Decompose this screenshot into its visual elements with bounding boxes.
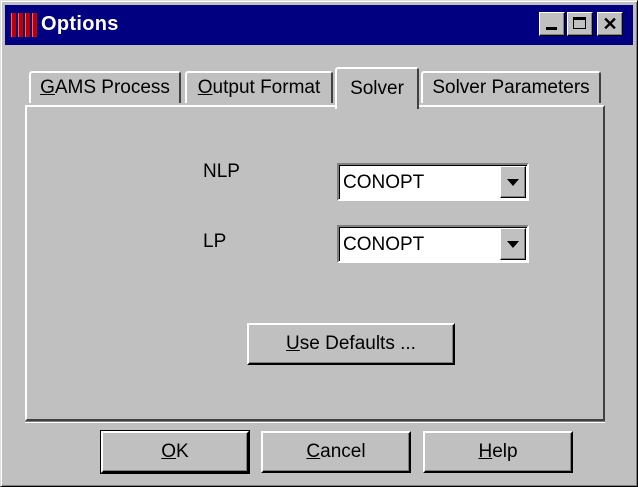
lp-solver-value: CONOPT [343, 234, 425, 255]
tab-strip: G AMS Process Output Format Solver Solver… [25, 67, 605, 109]
tab-label: Solver Parameters [432, 77, 590, 98]
app-icon [11, 13, 37, 37]
title-bar[interactable]: Options ✕ [5, 5, 633, 45]
window-title: Options [41, 13, 119, 35]
cancel-button[interactable]: Cancel [261, 431, 411, 473]
help-button[interactable]: Help [423, 431, 573, 473]
button-label: elp [492, 441, 518, 462]
use-defaults-button[interactable]: Use Defaults ... [247, 323, 455, 365]
solver-panel: NLP CONOPT LP CONOPT Use Defaults ... [25, 105, 605, 421]
lp-solver-select[interactable]: CONOPT [337, 225, 529, 263]
tab-label-underline: G [40, 77, 55, 98]
button-label: ancel [320, 441, 366, 462]
tab-label-underline: O [197, 77, 213, 98]
button-label-underline: O [161, 441, 177, 462]
button-label: K [176, 441, 189, 462]
tab-label: utput Format [212, 77, 321, 98]
close-icon: ✕ [602, 14, 618, 34]
button-label-underline: C [306, 441, 321, 462]
ok-button[interactable]: OK [100, 430, 250, 474]
button-label: se Defaults ... [299, 333, 416, 354]
tab-label: Solver [350, 78, 404, 99]
nlp-solver-select[interactable]: CONOPT [337, 163, 529, 201]
button-label-underline: H [478, 441, 493, 462]
nlp-solver-value: CONOPT [343, 172, 425, 193]
lp-label: LP [203, 231, 227, 252]
close-button[interactable]: ✕ [597, 12, 623, 36]
maximize-button[interactable] [567, 12, 593, 36]
tab-gams-process[interactable]: G AMS Process [29, 71, 181, 103]
tab-output-format[interactable]: Output Format [185, 71, 333, 103]
options-dialog: Options ✕ G AMS Process Output Format Sol… [0, 0, 638, 487]
button-label-underline: U [286, 333, 300, 354]
nlp-label: NLP [203, 161, 240, 182]
separator [25, 421, 605, 423]
tab-solver[interactable]: Solver [335, 67, 419, 109]
minimize-button[interactable] [539, 12, 565, 36]
tab-label: AMS Process [54, 77, 170, 98]
chevron-down-icon[interactable] [500, 166, 526, 198]
chevron-down-icon[interactable] [500, 228, 526, 260]
tab-solver-parameters[interactable]: Solver Parameters [421, 71, 601, 103]
